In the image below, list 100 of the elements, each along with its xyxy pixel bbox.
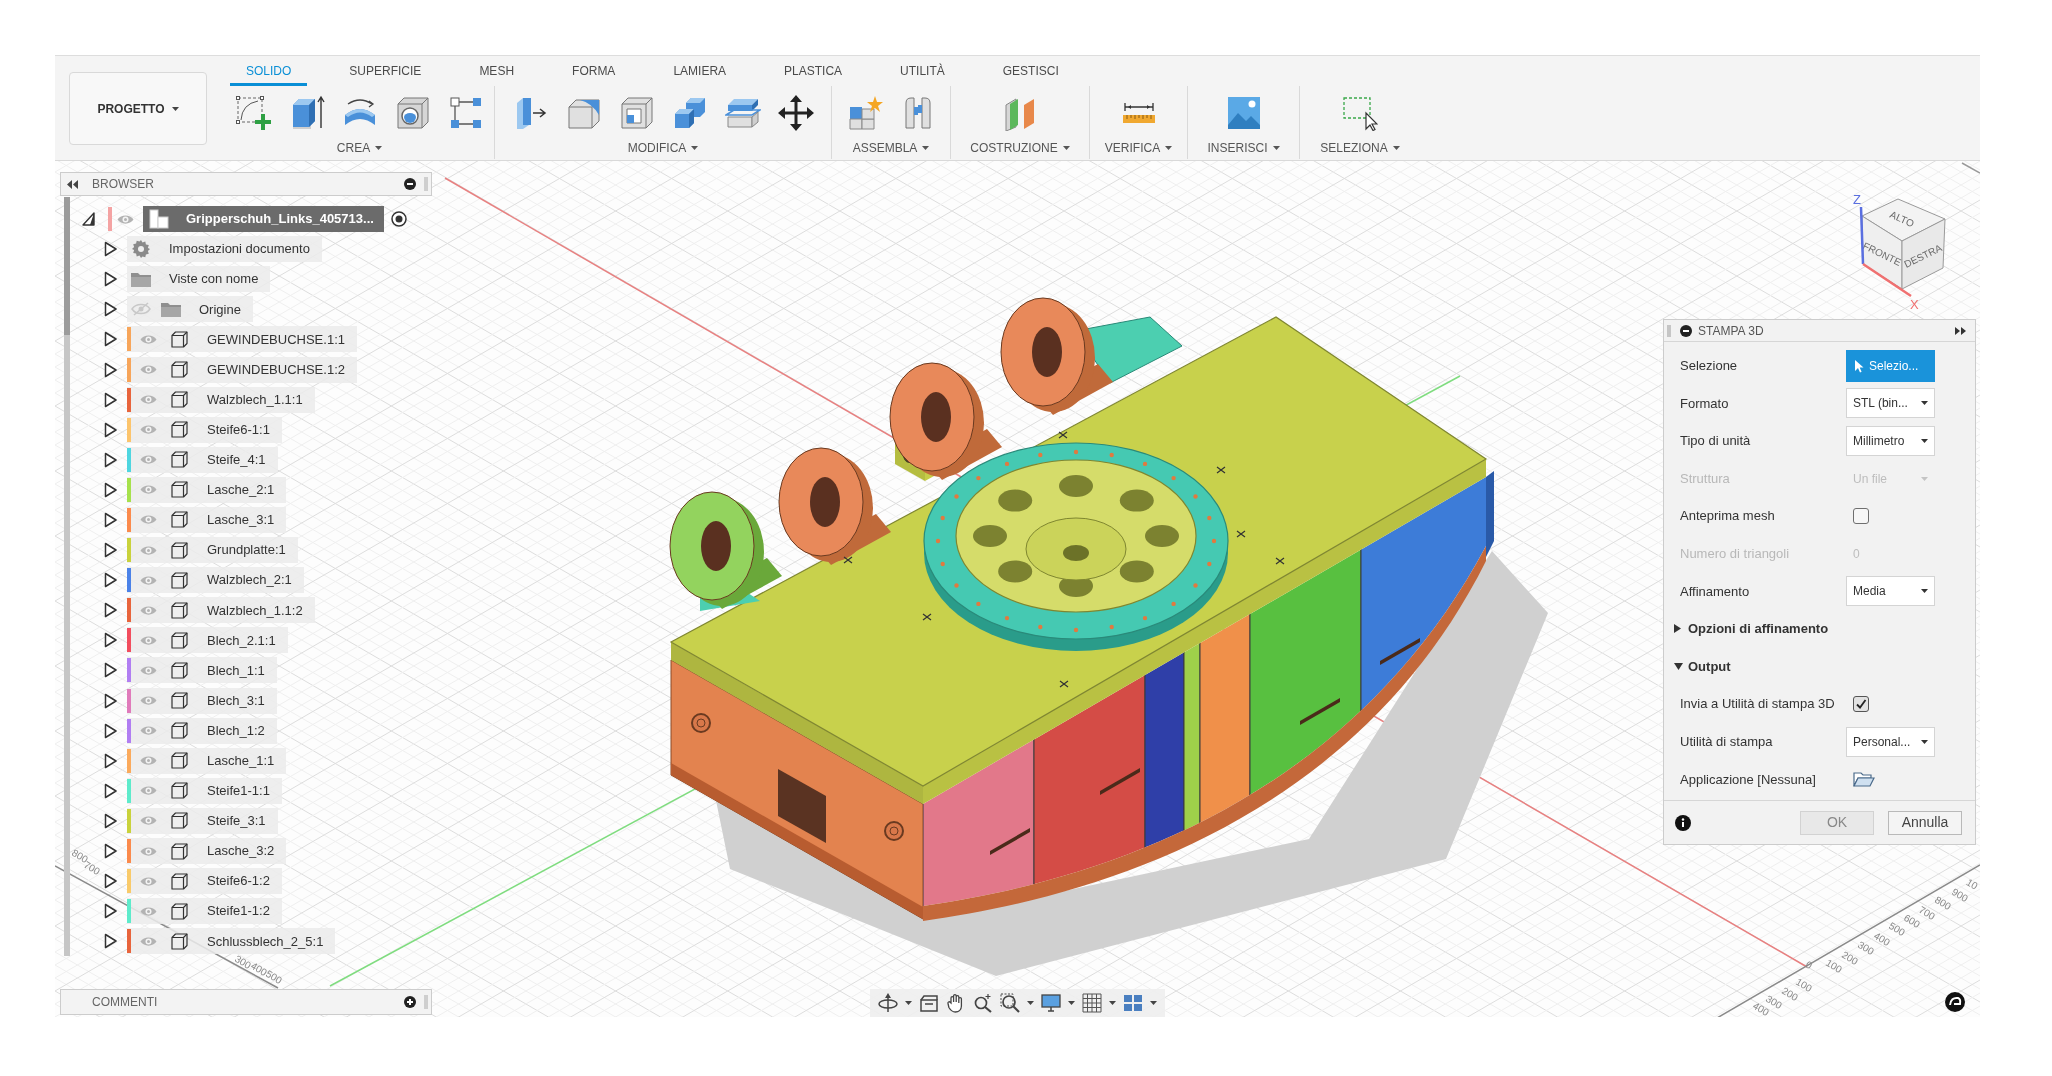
- checkbox[interactable]: [1853, 696, 1869, 713]
- double-chevron-icon[interactable]: [67, 179, 78, 189]
- tree-item[interactable]: Walzblech_1.1:1: [127, 386, 315, 413]
- drag-handle-icon[interactable]: [1667, 324, 1671, 337]
- sketch-plus-icon[interactable]: [235, 95, 272, 131]
- dropdown[interactable]: STL (bin...: [1846, 388, 1935, 419]
- expand-arrow-icon[interactable]: [104, 271, 117, 288]
- toolbar-group-menu[interactable]: CREA: [336, 140, 383, 156]
- tree-item[interactable]: Blech_1:1: [127, 657, 277, 684]
- cubes-star-icon[interactable]: [846, 95, 883, 131]
- expand-arrow-icon[interactable]: [104, 542, 117, 559]
- ribbon-tab[interactable]: PLASTICA: [768, 56, 859, 86]
- caret-icon[interactable]: [171, 106, 179, 111]
- tree-item[interactable]: Walzblech_2:1: [127, 567, 304, 594]
- caret-icon[interactable]: [922, 146, 930, 150]
- tree-item[interactable]: Steife1-1:2: [127, 898, 282, 925]
- ribbon-tab[interactable]: GESTISCI: [986, 56, 1075, 86]
- move-arrows-icon[interactable]: [777, 95, 814, 131]
- ribbon-tab[interactable]: FORMA: [556, 56, 632, 86]
- caret-icon[interactable]: [1062, 146, 1070, 150]
- caret-icon[interactable]: [1109, 1001, 1116, 1005]
- tree-item[interactable]: Lasche_3:2: [127, 838, 287, 864]
- caret-icon[interactable]: [905, 1001, 912, 1005]
- expand-arrow-icon[interactable]: [104, 843, 117, 859]
- dialog-button[interactable]: Annulla: [1888, 810, 1962, 835]
- round-logo-icon[interactable]: [1945, 992, 1965, 1012]
- expand-arrow-icon[interactable]: [104, 632, 117, 649]
- toolbar-group-menu[interactable]: MODIFICA: [627, 140, 699, 156]
- tree-item[interactable]: Viste con nome: [127, 266, 271, 293]
- expand-arrow-icon[interactable]: [104, 873, 117, 890]
- folder-icon[interactable]: [1853, 771, 1875, 788]
- ribbon-tab[interactable]: UTILITÀ: [884, 56, 961, 86]
- tree-item[interactable]: Origine: [127, 296, 253, 323]
- expand-arrow-icon[interactable]: [104, 512, 117, 528]
- orbit-icon[interactable]: [878, 993, 898, 1013]
- tree-item[interactable]: Steife6-1:2: [127, 868, 282, 895]
- expand-arrow-icon[interactable]: [104, 421, 117, 438]
- expand-arrow-icon[interactable]: [104, 361, 117, 378]
- ribbon-tab[interactable]: SUPERFICIE: [333, 56, 438, 86]
- minus-circle-icon[interactable]: [404, 178, 416, 190]
- checkbox[interactable]: [1853, 508, 1869, 525]
- ribbon-tab[interactable]: LAMIERA: [657, 56, 743, 86]
- minus-circle-icon[interactable]: [1680, 324, 1692, 337]
- picture-icon[interactable]: [1225, 95, 1262, 131]
- grid-icon[interactable]: [1082, 993, 1102, 1013]
- dropdown[interactable]: Media: [1846, 576, 1935, 607]
- project-menu-button[interactable]: PROGETTO: [69, 72, 207, 145]
- tree-item[interactable]: Walzblech_1.1:2: [127, 597, 315, 624]
- tree-item[interactable]: Lasche_2:1: [127, 476, 287, 503]
- zoom-window-icon[interactable]: [1000, 993, 1020, 1013]
- expand-arrow-icon[interactable]: [104, 812, 117, 829]
- hole-cube-icon[interactable]: [394, 95, 431, 131]
- caret-icon[interactable]: [1921, 589, 1928, 594]
- caret-icon[interactable]: [1921, 401, 1928, 406]
- expand-arrow-icon[interactable]: [104, 782, 117, 799]
- viewports-icon[interactable]: [1123, 993, 1143, 1013]
- toolbar-group-menu[interactable]: SELEZIONA: [1320, 140, 1400, 156]
- expand-arrow-icon[interactable]: [104, 752, 117, 769]
- dropdown[interactable]: Personal...: [1846, 726, 1935, 757]
- collapse-arrow-icon[interactable]: [82, 212, 95, 227]
- monitor-icon[interactable]: [1041, 993, 1061, 1013]
- tree-item[interactable]: Lasche_1:1: [127, 747, 287, 774]
- expand-arrow-icon[interactable]: [104, 662, 117, 679]
- tree-item[interactable]: GEWINDEBUCHSE.1:2: [127, 356, 357, 383]
- expand-arrow-icon[interactable]: [104, 301, 117, 318]
- expand-arrow-icon[interactable]: [104, 602, 117, 619]
- caret-icon[interactable]: [1921, 439, 1928, 443]
- tree-item[interactable]: Blech_2.1:1: [127, 627, 288, 654]
- section-header[interactable]: Opzioni di affinamento: [1664, 610, 1975, 648]
- tree-item[interactable]: Gripperschuh_Links_405713...: [143, 206, 384, 233]
- shell-cube-icon[interactable]: [618, 95, 655, 131]
- expand-arrow-icon[interactable]: [104, 391, 117, 408]
- tree-item[interactable]: Steife6-1:1: [127, 416, 282, 443]
- tree-item[interactable]: Grundplatte:1: [127, 537, 298, 564]
- caret-icon[interactable]: [1392, 146, 1400, 150]
- tree-item[interactable]: Steife1-1:1: [127, 777, 282, 804]
- radio-button[interactable]: [390, 211, 407, 228]
- caret-icon[interactable]: [1921, 739, 1928, 744]
- drag-handle-icon[interactable]: [424, 995, 428, 1009]
- tree-item[interactable]: Blech_1:2: [127, 717, 277, 744]
- toolbar-group-menu[interactable]: COSTRUZIONE: [970, 140, 1070, 156]
- expand-arrow-icon[interactable]: [104, 933, 117, 950]
- expand-arrow-icon[interactable]: [104, 451, 117, 468]
- caret-icon[interactable]: [1068, 1001, 1075, 1005]
- scrollbar-thumb[interactable]: [64, 197, 70, 335]
- tree-item[interactable]: GEWINDEBUCHSE.1:1: [127, 326, 357, 353]
- frame-icon[interactable]: [919, 993, 939, 1013]
- caret-icon[interactable]: [1150, 1001, 1157, 1005]
- tree-item[interactable]: Blech_3:1: [127, 687, 277, 714]
- dropdown[interactable]: Millimetro: [1846, 426, 1935, 456]
- expand-arrow-icon[interactable]: [104, 331, 117, 348]
- info-icon[interactable]: [1675, 814, 1691, 831]
- toolbar-group-menu[interactable]: ASSEMBLA: [852, 140, 930, 156]
- drag-handle-icon[interactable]: [424, 177, 428, 191]
- expand-arrow-icon[interactable]: [104, 481, 117, 498]
- caret-icon[interactable]: [1165, 146, 1173, 150]
- tree-item[interactable]: Lasche_3:1: [127, 507, 287, 533]
- plus-circle-icon[interactable]: [404, 996, 416, 1008]
- tree-item[interactable]: Schlussblech_2_5:1: [127, 928, 336, 955]
- scrollbar-track[interactable]: [64, 197, 70, 956]
